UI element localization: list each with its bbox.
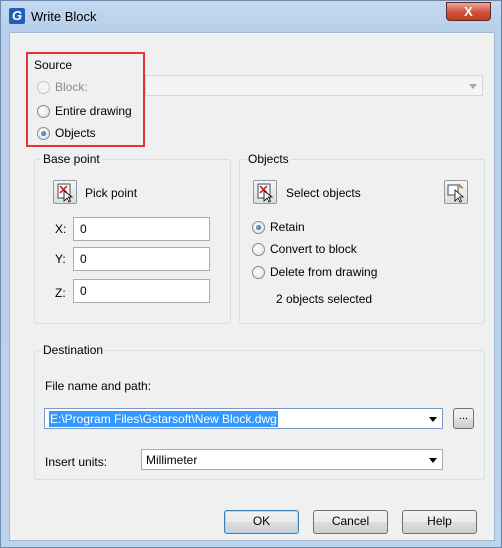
insert-units-value: Millimeter <box>146 453 198 467</box>
z-field[interactable]: 0 <box>73 279 210 303</box>
radio-convert-to-block-indicator <box>252 242 265 256</box>
radio-convert-to-block-label: Convert to block <box>270 242 357 256</box>
radio-retain[interactable]: Retain <box>252 220 305 234</box>
destination-group-title: Destination <box>41 343 106 357</box>
base-point-group-title: Base point <box>41 152 102 166</box>
quick-select-button[interactable] <box>444 180 468 204</box>
objects-group-title: Objects <box>246 152 291 166</box>
y-field[interactable]: 0 <box>73 247 210 271</box>
file-name-label: File name and path: <box>45 379 152 393</box>
chevron-down-icon <box>469 84 477 89</box>
help-button[interactable]: Help <box>402 510 477 534</box>
close-button[interactable]: X <box>446 2 491 21</box>
ok-button[interactable]: OK <box>224 510 299 534</box>
x-label: X: <box>55 222 67 236</box>
write-block-dialog: G Write Block X Source Block: Entire dra… <box>0 0 502 548</box>
cancel-button[interactable]: Cancel <box>313 510 388 534</box>
pick-point-label: Pick point <box>85 186 138 200</box>
y-label: Y: <box>55 252 66 266</box>
select-objects-icon <box>257 183 274 203</box>
radio-delete-from-drawing[interactable]: Delete from drawing <box>252 265 377 279</box>
radio-retain-indicator <box>252 220 265 234</box>
block-name-combo[interactable] <box>145 75 483 96</box>
x-field[interactable]: 0 <box>73 217 210 241</box>
pick-point-icon <box>57 183 74 203</box>
browse-button[interactable]: ... <box>453 408 474 429</box>
radio-delete-from-drawing-label: Delete from drawing <box>270 265 378 279</box>
gstarcad-logo-icon: G <box>9 8 25 24</box>
select-objects-button[interactable] <box>253 180 277 204</box>
chevron-down-icon <box>429 417 437 422</box>
highlight-annotation <box>26 52 145 147</box>
radio-convert-to-block[interactable]: Convert to block <box>252 242 357 256</box>
pick-point-button[interactable] <box>53 180 77 204</box>
selection-status: 2 objects selected <box>276 292 373 306</box>
title-bar[interactable]: G Write Block X <box>1 1 501 32</box>
radio-delete-from-drawing-indicator <box>252 265 265 279</box>
file-path-combo[interactable]: E:\Program Files\Gstarsoft\New Block.dwg <box>44 408 443 429</box>
radio-retain-label: Retain <box>270 220 305 234</box>
chevron-down-icon <box>429 458 437 463</box>
file-path-value: E:\Program Files\Gstarsoft\New Block.dwg <box>49 411 278 427</box>
insert-units-label: Insert units: <box>45 455 108 469</box>
select-objects-label: Select objects <box>286 186 361 200</box>
quick-select-icon <box>447 183 465 203</box>
z-label: Z: <box>55 286 66 300</box>
window-title: Write Block <box>31 9 97 24</box>
insert-units-combo[interactable]: Millimeter <box>141 449 443 470</box>
